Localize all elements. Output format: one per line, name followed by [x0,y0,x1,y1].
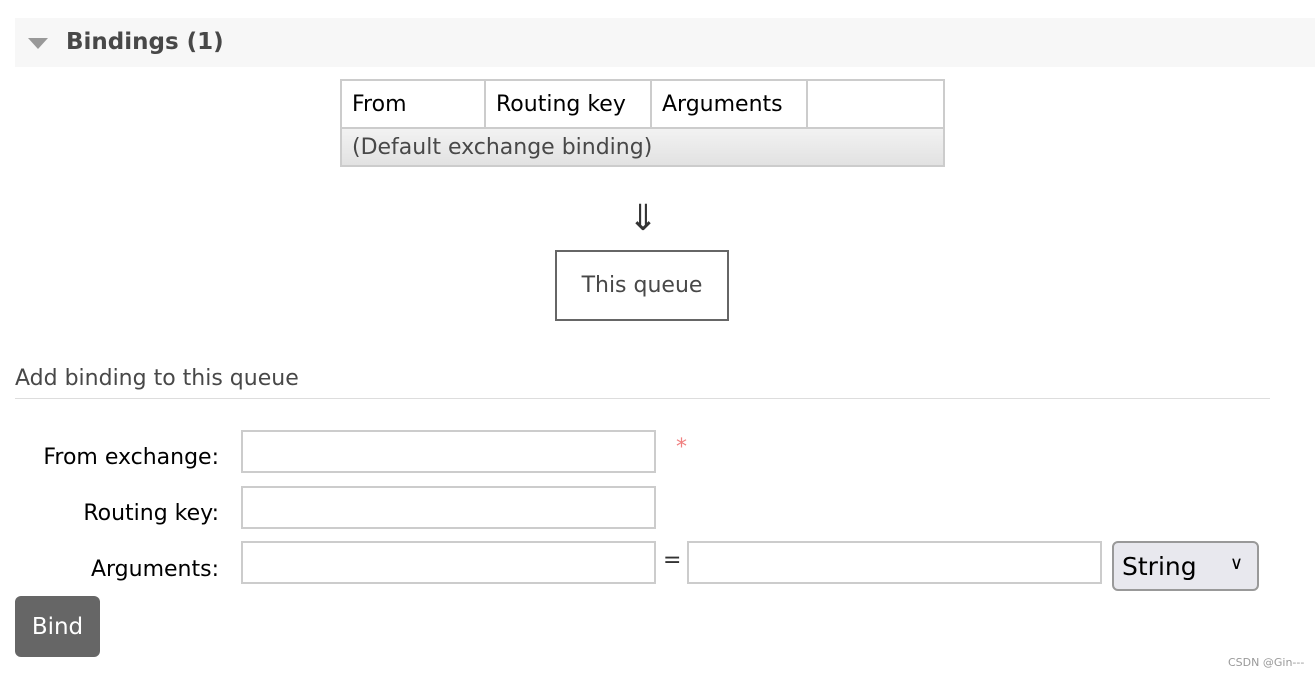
table-row: (Default exchange binding) [340,127,945,167]
bindings-table: From Routing key Arguments (Default exch… [340,79,945,167]
selected-type: String [1122,552,1197,581]
bindings-section-header[interactable]: Bindings (1) [15,18,1315,67]
column-header-actions [806,79,945,129]
section-title: Bindings (1) [66,29,224,55]
this-queue-box: This queue [555,250,729,321]
column-header-from: From [340,79,486,129]
arguments-label: Arguments: [90,557,219,582]
routing-key-label: Routing key: [83,501,219,526]
bind-button[interactable]: Bind [15,596,100,657]
equals-sign: = [663,548,682,573]
add-binding-title: Add binding to this queue [15,366,299,391]
divider [15,398,1270,399]
chevron-down-icon: ∨ [1229,553,1243,574]
routing-key-input[interactable] [241,486,656,529]
down-arrow-icon: ⇓ [628,198,659,239]
triangle-down-icon[interactable] [28,38,48,49]
from-exchange-label: From exchange: [43,445,219,470]
from-exchange-input[interactable] [241,430,656,473]
column-header-routing-key: Routing key [484,79,652,129]
argument-value-input[interactable] [687,541,1102,584]
default-exchange-binding-cell: (Default exchange binding) [340,127,945,167]
table-header-row: From Routing key Arguments [340,79,945,129]
argument-type-select[interactable]: String ∨ [1112,541,1259,591]
required-marker: * [676,435,687,460]
column-header-arguments: Arguments [650,79,808,129]
watermark: CSDN @Gin--- [1228,656,1305,669]
argument-key-input[interactable] [241,541,656,584]
